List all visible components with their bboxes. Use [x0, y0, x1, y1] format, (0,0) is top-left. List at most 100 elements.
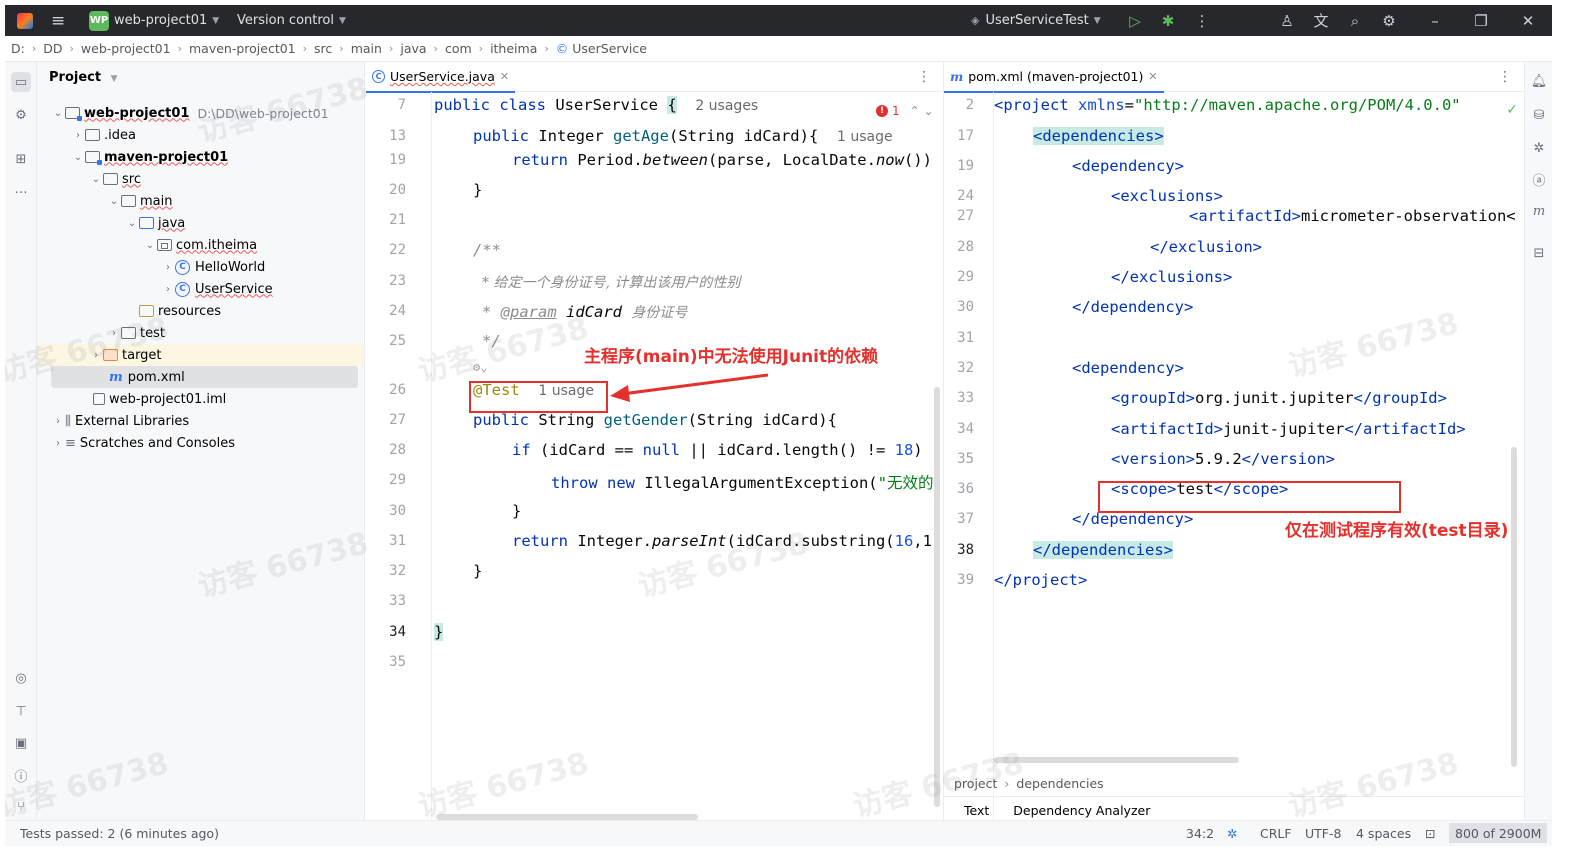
line-number: 35: [957, 451, 974, 467]
no-problems-check-icon[interactable]: ✓: [1506, 102, 1518, 118]
test-status[interactable]: Tests passed: 2 (6 minutes ago): [20, 826, 219, 841]
notifications-icon[interactable]: 🔔︎: [1530, 72, 1548, 90]
pom-editor: m pom.xml (maven-project01) ✕ ⋮ 2 17 19 …: [943, 62, 1524, 825]
restore-icon[interactable]: ❐: [1469, 5, 1493, 36]
search-icon[interactable]: ⌕: [1343, 5, 1367, 36]
more-options-icon[interactable]: ⋮: [917, 69, 931, 85]
minimize-icon[interactable]: –: [1423, 5, 1447, 36]
tree-item-userservice[interactable]: › C UserService: [51, 278, 358, 300]
line-separator[interactable]: CRLF: [1260, 826, 1292, 841]
code-line: <project xmlns="http://maven.apache.org/…: [994, 96, 1461, 114]
java-code-area[interactable]: public class UserService { 2 usages publ…: [432, 92, 943, 825]
more-options-icon[interactable]: ⋮: [1498, 69, 1512, 85]
breadcrumb-item[interactable]: maven-project01: [189, 41, 296, 56]
add-user-icon[interactable]: ♙: [1275, 5, 1299, 36]
close-icon[interactable]: ✕: [1516, 5, 1540, 36]
tab-label: pom.xml (maven-project01): [968, 69, 1144, 84]
tree-item-web-project01[interactable]: ⌄ web-project01 D:\DD\web-project01: [51, 102, 358, 124]
tab-userservice-java[interactable]: C UserService.java ✕: [366, 62, 516, 93]
line-number: 29: [389, 472, 406, 488]
horizontal-scrollbar[interactable]: [994, 757, 1239, 763]
run-config-selector[interactable]: ◈ UserServiceTest ▼: [971, 5, 1101, 36]
settings-gear-icon[interactable]: ⚙: [1377, 5, 1401, 36]
line-number: 34: [389, 624, 406, 640]
ai-status-icon[interactable]: ✲: [1227, 826, 1237, 841]
tree-item-resources[interactable]: resources: [51, 300, 358, 322]
breadcrumb-item[interactable]: DD: [43, 41, 62, 56]
maven-file-icon: m: [950, 69, 964, 84]
debug-icon[interactable]: ✱: [1156, 5, 1180, 36]
build-icon[interactable]: ⊤: [11, 701, 31, 721]
bookmarks-icon[interactable]: ⊟: [1530, 244, 1548, 262]
plugins-icon[interactable]: ⚙: [11, 105, 31, 125]
tree-item-iml[interactable]: web-project01.iml: [51, 388, 358, 410]
ai-assistant-icon[interactable]: ✲: [1530, 139, 1548, 157]
tab-pom-xml[interactable]: m pom.xml (maven-project01) ✕: [944, 62, 1164, 93]
breadcrumb-item[interactable]: UserService: [572, 41, 647, 56]
tree-item-scratches[interactable]: › ≡ Scratches and Consoles: [51, 432, 358, 454]
tree-item-helloworld[interactable]: › C HelloWorld: [51, 256, 358, 278]
project-switcher[interactable]: WP web-project01 ▼: [89, 5, 219, 36]
main-menu-icon[interactable]: ≡: [51, 5, 65, 36]
breadcrumb-item[interactable]: java: [400, 41, 426, 56]
translate-icon[interactable]: 文: [1309, 5, 1333, 36]
line-number: 2: [965, 97, 974, 113]
tree-item-maven-project01[interactable]: ⌄ maven-project01: [51, 146, 358, 168]
project-tool-icon[interactable]: ▭: [11, 72, 31, 92]
project-panel-title[interactable]: Project ▼: [49, 70, 118, 85]
xml-breadcrumb-item[interactable]: project: [954, 776, 997, 791]
problems-icon[interactable]: ⓘ: [11, 765, 31, 785]
database-icon[interactable]: ⛁: [1530, 106, 1548, 124]
close-tab-icon[interactable]: ✕: [1148, 70, 1157, 83]
indent-setting[interactable]: 4 spaces: [1356, 826, 1411, 841]
tree-item-src[interactable]: ⌄ src: [51, 168, 358, 190]
more-tools-icon[interactable]: …: [11, 179, 31, 199]
vertical-scrollbar[interactable]: [1511, 447, 1517, 767]
error-indicator[interactable]: ! 1 ⌃ ⌄: [876, 104, 934, 118]
code-line: </dependency>: [1072, 298, 1194, 316]
tree-item-label: .idea: [104, 127, 136, 143]
excluded-folder-icon: [103, 349, 118, 361]
tree-item-main[interactable]: ⌄ main: [51, 190, 358, 212]
maven-icon[interactable]: m: [1530, 202, 1548, 220]
chevron-down-icon: ⌄: [91, 173, 101, 185]
terminal-icon[interactable]: ▣: [11, 733, 31, 753]
line-number: 31: [957, 330, 974, 346]
git-icon[interactable]: ⑂: [11, 797, 31, 817]
close-tab-icon[interactable]: ✕: [500, 70, 509, 83]
read-only-lock-icon[interactable]: ⊡: [1425, 826, 1435, 841]
tree-item-target[interactable]: › target: [37, 344, 364, 366]
breadcrumb-item[interactable]: itheima: [490, 41, 537, 56]
more-actions-icon[interactable]: ⋮: [1190, 5, 1214, 36]
line-number: 25: [389, 333, 406, 349]
tree-item-com-itheima[interactable]: ⌄ com.itheima: [51, 234, 358, 256]
file-encoding[interactable]: UTF-8: [1305, 826, 1341, 841]
breadcrumb-item[interactable]: D:: [11, 41, 25, 56]
xml-breadcrumb-item[interactable]: dependencies: [1016, 776, 1103, 791]
tree-item-test[interactable]: › test: [51, 322, 358, 344]
structure-icon[interactable]: ⊞: [11, 149, 31, 169]
breadcrumb-item[interactable]: src: [314, 41, 332, 56]
breadcrumb-item[interactable]: com: [445, 41, 472, 56]
folder-icon: [121, 327, 136, 339]
breadcrumb-item[interactable]: web-project01: [81, 41, 171, 56]
error-icon: !: [876, 105, 888, 117]
xml-code-area[interactable]: <project xmlns="http://maven.apache.org/…: [994, 92, 1524, 761]
line-number: 19: [957, 158, 974, 174]
memory-indicator[interactable]: 800 of 2900M: [1449, 823, 1548, 843]
tree-item-pom-xml[interactable]: m pom.xml: [51, 366, 358, 388]
tree-item-java[interactable]: ⌄ java: [51, 212, 358, 234]
ai-generate-icon[interactable]: ⚙⌄: [473, 360, 487, 374]
tree-item-external-libraries[interactable]: › ⫼ External Libraries: [51, 410, 358, 432]
line-number: 36: [957, 481, 974, 497]
run-icon[interactable]: ▷: [1123, 5, 1147, 36]
version-control-menu[interactable]: Version control ▼: [237, 5, 346, 36]
chevron-right-icon: ›: [177, 42, 182, 55]
copilot-icon[interactable]: ⓐ: [1530, 170, 1548, 189]
breadcrumb-item[interactable]: main: [351, 41, 382, 56]
tree-item-idea[interactable]: › .idea: [51, 124, 358, 146]
vertical-scrollbar[interactable]: [934, 387, 940, 807]
services-icon[interactable]: ◎: [11, 668, 31, 688]
caret-position[interactable]: 34:2: [1186, 826, 1214, 841]
ide-logo-icon[interactable]: [15, 5, 35, 36]
